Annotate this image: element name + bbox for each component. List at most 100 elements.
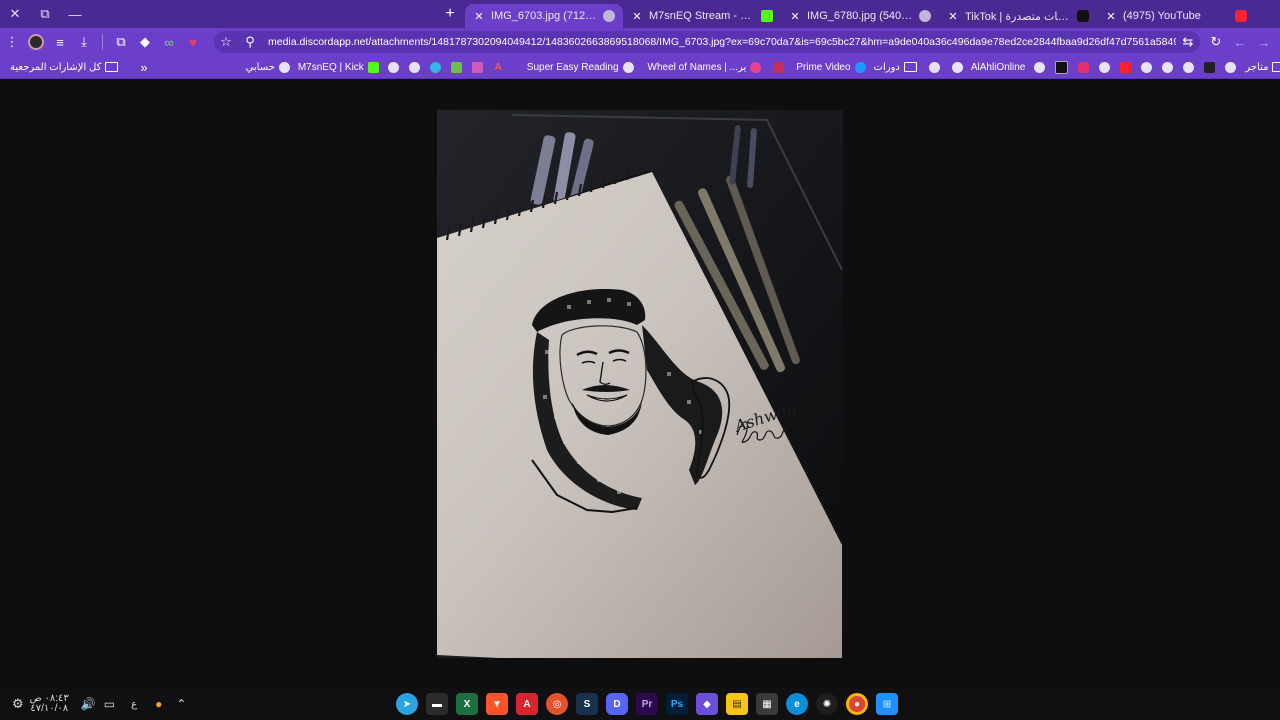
premiere-icon[interactable]: Pr	[636, 693, 658, 715]
chrome-icon[interactable]: ●	[846, 693, 868, 715]
volume-icon[interactable]: 🔊	[81, 697, 96, 711]
tray-overflow-icon[interactable]: ⌃	[176, 697, 186, 711]
reload-button[interactable]: ↻	[1204, 30, 1228, 54]
download-icon[interactable]: ⤓	[72, 30, 96, 54]
browser-toolbar: ⋮ ≡ ⤓ ⧉ ◆ ∞ ♥ ☆ ⚲ media.discordapp.net/a…	[0, 28, 1280, 56]
microphone-icon[interactable]: ●	[155, 697, 162, 711]
kick-icon	[761, 10, 773, 22]
bookmarks-overflow-button[interactable]: »	[136, 60, 151, 75]
close-tab-icon[interactable]: ✕	[1105, 10, 1117, 23]
tab-title: IMG_6780.jpg (540×960)	[807, 10, 913, 22]
bookmark-label: دورات	[873, 61, 900, 73]
start-icon[interactable]: ⊞	[876, 693, 898, 715]
bookmark-globe-icon[interactable]	[1141, 61, 1153, 73]
extension-icon[interactable]	[24, 30, 48, 54]
bookmark-globe-icon[interactable]	[1183, 61, 1195, 73]
tab-tiktok[interactable]: ✕ TikTok | شاهد فيديوهات متصدرة	[939, 4, 1097, 28]
bookmark-super-easy-reading[interactable]: Super Easy Reading	[523, 61, 638, 73]
site-info-icon[interactable]: ⚲	[238, 30, 262, 54]
bookmark-globe-icon[interactable]	[951, 61, 963, 73]
close-tab-icon[interactable]: ✕	[631, 10, 643, 23]
bookmark-star-icon[interactable]: ☆	[214, 30, 238, 54]
new-tab-button[interactable]: +	[435, 0, 465, 28]
clock[interactable]: ٠٨:٤٣ ص ٤٧/١٠/٠٨	[30, 694, 69, 714]
nav-buttons: ↻ ← →	[1204, 30, 1276, 54]
tab-img-6780[interactable]: ✕ IMG_6780.jpg (540×960)	[781, 4, 939, 28]
discord-icon	[603, 10, 615, 22]
edge-icon[interactable]: e	[786, 693, 808, 715]
close-window-button[interactable]: ✕	[0, 0, 30, 28]
all-bookmarks-folder[interactable]: كل الإشارات المرجعية	[6, 62, 122, 73]
bookmark-globe-icon[interactable]	[1162, 61, 1174, 73]
bookmark-download-icon[interactable]	[450, 61, 462, 73]
tab-title: (4975) YouTube	[1123, 10, 1201, 22]
tab-kick-stream[interactable]: ✕ M7snEQ Stream - Watch Live o	[623, 4, 781, 28]
bookmark-kick[interactable]: M7snEQ | Kick	[294, 61, 383, 73]
pinned-apps: ➤ ▬ X ▼ A ◎ S D Pr Ps ◆ ▤ ▦ e ✺ ● ⊞	[392, 688, 902, 720]
bookmark-label: AlAhliOnline	[970, 61, 1026, 73]
youtube-icon	[1235, 10, 1247, 22]
bookmark-skull-icon[interactable]	[1225, 61, 1237, 73]
tab-search-icon[interactable]: ≡	[48, 30, 72, 54]
diamond-extension-icon[interactable]: ◆	[133, 30, 157, 54]
discord-icon[interactable]: D	[606, 693, 628, 715]
vpn-icon[interactable]: ◎	[546, 693, 568, 715]
url-text[interactable]: media.discordapp.net/attachments/1481787…	[268, 36, 1176, 48]
bookmark-a-icon[interactable]: A	[493, 62, 504, 73]
bookmark-globe-icon[interactable]	[387, 61, 399, 73]
settings-icon[interactable]: ⚙	[12, 696, 24, 712]
steam-icon[interactable]: S	[576, 693, 598, 715]
bookmark-tiktok-icon[interactable]	[1055, 60, 1069, 74]
minimize-window-button[interactable]: —	[60, 0, 90, 28]
bookmark-image-icon[interactable]	[471, 61, 483, 73]
bookmark-alahli-online[interactable]: AlAhliOnline	[967, 62, 1029, 73]
telegram-icon[interactable]: ➤	[396, 693, 418, 715]
system-tray-left: ⚙ ٠٨:٤٣ ص ٤٧/١٠/٠٨ 🔊 ▭ ع ● ⌃	[12, 688, 194, 720]
bookmark-my-account[interactable]: حسابي	[242, 61, 294, 73]
store-icon[interactable]: ▦	[756, 693, 778, 715]
restore-window-button[interactable]: ⧉	[30, 0, 60, 28]
bookmark-courses-folder[interactable]: دورات	[870, 62, 921, 73]
tab-youtube[interactable]: ✕ (4975) YouTube	[1097, 4, 1255, 28]
arrow-icon[interactable]: ◆	[696, 693, 718, 715]
site-settings-icon[interactable]: ⇆	[1176, 30, 1200, 54]
excel-icon[interactable]: X	[456, 693, 478, 715]
bookmark-instagram-icon[interactable]	[1078, 61, 1090, 73]
folder-icon[interactable]: ▤	[726, 693, 748, 715]
close-tab-icon[interactable]: ✕	[947, 10, 959, 23]
image-viewer[interactable]: Ashwag	[437, 110, 843, 658]
photoshop-icon[interactable]: Ps	[666, 693, 688, 715]
tab-img-6703[interactable]: ✕ IMG_6703.jpg (712×959)	[465, 4, 623, 28]
bookmark-wheel-of-names[interactable]: Wheel of Names | ...ير	[644, 61, 766, 73]
bookmark-globe-icon[interactable]	[1099, 61, 1111, 73]
back-button[interactable]: ←	[1228, 30, 1252, 54]
globe-icon	[278, 61, 290, 73]
globe-icon	[919, 10, 931, 22]
close-tab-icon[interactable]: ✕	[789, 10, 801, 23]
chatgpt-icon[interactable]: ✺	[816, 693, 838, 715]
extensions-puzzle-icon[interactable]: ⧉	[109, 30, 133, 54]
bookmark-anchor-icon[interactable]	[1204, 61, 1216, 73]
bookmark-globe-icon[interactable]	[408, 61, 420, 73]
close-tab-icon[interactable]: ✕	[473, 10, 485, 23]
acrobat-icon[interactable]: A	[516, 693, 538, 715]
kick-icon	[367, 61, 379, 73]
forward-button[interactable]: →	[1252, 30, 1276, 54]
glasses-extension-icon[interactable]: ∞	[157, 30, 181, 54]
bookmark-globe-icon[interactable]	[1034, 61, 1046, 73]
brave-icon[interactable]: ▼	[486, 693, 508, 715]
bookmark-prime-video[interactable]: Prime Video	[792, 61, 869, 73]
bookmark-stores-folder[interactable]: متاجر	[1241, 62, 1280, 73]
bookmark-globe-icon[interactable]	[928, 61, 940, 73]
terminal-icon[interactable]: ▬	[426, 693, 448, 715]
bookmark-youtube-icon[interactable]	[1120, 61, 1132, 73]
network-icon[interactable]: ▭	[104, 697, 115, 711]
menu-button[interactable]: ⋮	[0, 30, 24, 54]
bookmarks-bar: كل الإشارات المرجعية » حسابي M7snEQ | Ki…	[0, 56, 1280, 79]
bookmark-edge-icon[interactable]	[429, 61, 441, 73]
address-bar[interactable]: ☆ ⚲ media.discordapp.net/attachments/148…	[214, 31, 1200, 53]
pocket-extension-icon[interactable]: ♥	[181, 30, 205, 54]
language-indicator[interactable]: ع	[131, 699, 137, 710]
tab-title: TikTok | شاهد فيديوهات متصدرة	[965, 10, 1071, 23]
bookmark-red-icon[interactable]	[773, 61, 785, 73]
